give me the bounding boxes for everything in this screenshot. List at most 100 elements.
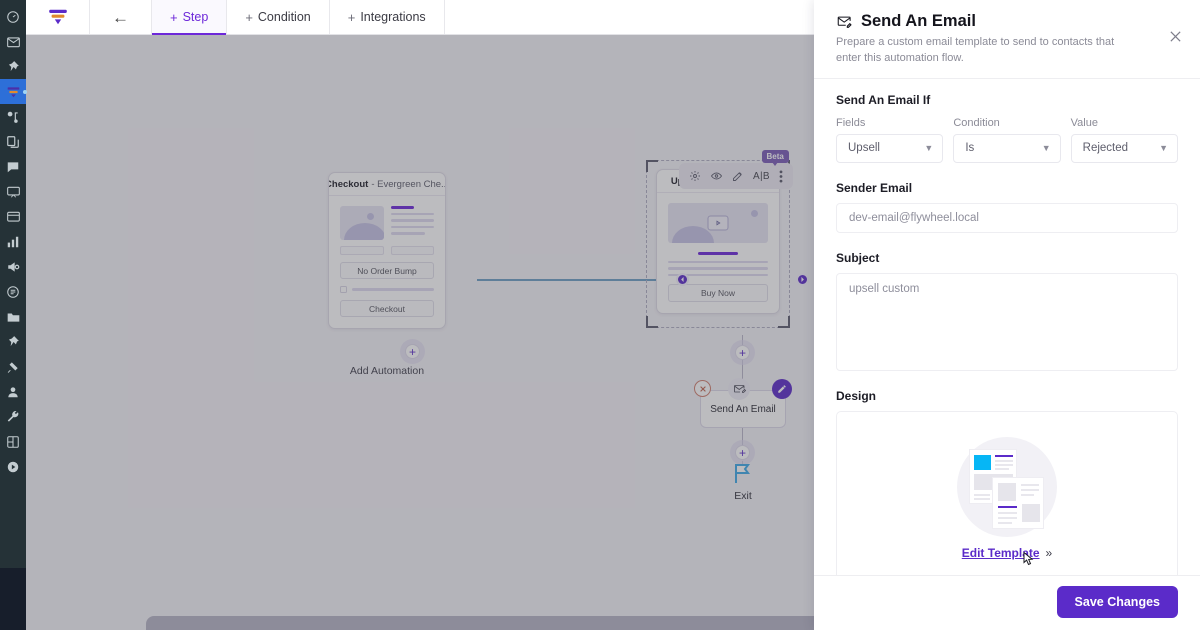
rail-item-tools[interactable] (0, 329, 26, 354)
panel-subtitle: Prepare a custom email template to send … (836, 36, 1115, 64)
tab-condition-label: Condition (257, 10, 311, 24)
bar-chart-icon (6, 234, 21, 249)
swatch-block (998, 483, 1016, 502)
rail-item-contacts[interactable] (0, 279, 26, 304)
rail-item-layout[interactable] (0, 429, 26, 454)
swatch-accent-line (995, 455, 1013, 458)
condition-section: Send An Email If Fields Upsell ▼ Conditi… (836, 93, 1178, 163)
design-preview-box[interactable]: Edit Template » (836, 410, 1178, 575)
play-circle-icon (6, 459, 21, 474)
condition-select[interactable]: Is ▼ (953, 133, 1061, 163)
swatch-line (1021, 489, 1039, 492)
email-template-illustration (957, 437, 1057, 538)
rail-footer (0, 568, 26, 630)
sender-email-heading: Sender Email (836, 180, 913, 195)
fields-select[interactable]: Upsell ▼ (836, 133, 944, 163)
rail-item-library[interactable] (0, 304, 26, 329)
arrow-left-icon: ← (112, 7, 129, 27)
panel-body: Send An Email If Fields Upsell ▼ Conditi… (814, 79, 1200, 575)
layout-icon (6, 434, 21, 449)
app-logo[interactable] (26, 0, 90, 34)
nodes-icon (6, 109, 21, 124)
condition-column: Condition Is ▼ (953, 116, 1061, 163)
sender-email-section: Sender Email dev-email@flywheel.local (836, 181, 1178, 233)
close-panel-button[interactable] (1166, 27, 1184, 45)
swatch-accent-line (998, 506, 1017, 509)
save-changes-button[interactable]: Save Changes (1056, 586, 1178, 618)
user-icon (6, 384, 21, 399)
panel-header: Send An Email Prepare a custom email tem… (814, 0, 1200, 78)
condition-label: Condition (953, 116, 1000, 129)
panel-title-row: Send An Email (836, 12, 1180, 31)
speech-bubble-icon (6, 159, 21, 174)
folder-icon (6, 309, 21, 324)
edit-template-row[interactable]: Edit Template » (962, 546, 1053, 566)
rail-item-settings[interactable] (0, 404, 26, 429)
gauge-icon (6, 9, 21, 24)
condition-section-heading: Send An Email If (836, 92, 931, 107)
sender-email-input[interactable]: dev-email@flywheel.local (836, 202, 1178, 233)
swatch-line (1021, 494, 1034, 497)
value-select-value: Rejected (1082, 142, 1129, 155)
funnel-logo-icon (48, 9, 67, 25)
rail-item-webinar[interactable] (0, 179, 26, 204)
swatch-line (998, 517, 1017, 520)
rail-item-account[interactable] (0, 379, 26, 404)
rail-item-email[interactable] (0, 29, 26, 54)
tab-condition[interactable]: + Condition (227, 0, 330, 34)
panel-footer: Save Changes (814, 575, 1200, 630)
chevron-down-icon: ▼ (1159, 143, 1168, 154)
plug-icon (6, 359, 21, 374)
value-select[interactable]: Rejected ▼ (1070, 133, 1178, 163)
wrench-icon (6, 409, 21, 424)
subject-section: Subject upsell custom (836, 251, 1178, 371)
rail-item-broadcast[interactable] (0, 254, 26, 279)
app-root: ← + Step + Condition + Integrations Funn… (0, 0, 1200, 630)
tab-integrations-label: Integrations (360, 10, 426, 24)
swatch-line (974, 498, 990, 501)
tab-integrations[interactable]: + Integrations (330, 0, 445, 34)
hammer-icon (6, 334, 21, 349)
swatch-block (1022, 504, 1040, 523)
rail-item-dashboard[interactable] (0, 4, 26, 29)
design-heading: Design (836, 388, 877, 403)
design-section: Design Edit Template » (836, 389, 1178, 575)
mouse-cursor (1022, 551, 1036, 573)
plus-icon: + (170, 9, 178, 25)
swatch-blue (974, 455, 991, 471)
swatch-line (974, 494, 990, 497)
swatch-line (998, 522, 1012, 525)
subject-heading: Subject (836, 250, 880, 265)
copy-icon (6, 134, 21, 149)
subject-textarea[interactable]: upsell custom (836, 272, 1178, 371)
panel-title: Send An Email (861, 12, 976, 30)
tab-step[interactable]: + Step (152, 0, 228, 35)
condition-select-value: Is (965, 142, 975, 155)
rail-item-chat[interactable] (0, 154, 26, 179)
rail-item-automations[interactable] (0, 104, 26, 129)
fields-select-value: Upsell (848, 142, 880, 155)
rail-item-archive[interactable] (0, 204, 26, 229)
inbox-icon (6, 209, 21, 224)
rail-item-integrations[interactable] (0, 354, 26, 379)
rail-item-play[interactable] (0, 454, 26, 479)
send-email-panel: Send An Email Prepare a custom email tem… (814, 0, 1200, 630)
condition-fields-row: Fields Upsell ▼ Condition Is ▼ Value Rej… (836, 117, 1178, 163)
swatch-line (1021, 484, 1039, 487)
close-icon (1169, 30, 1181, 42)
back-button[interactable]: ← (90, 0, 152, 34)
swatch-line (995, 468, 1009, 471)
fields-label: Fields (836, 116, 866, 129)
rail-item-pages[interactable] (0, 129, 26, 154)
pin-icon (6, 59, 21, 74)
value-label: Value (1070, 116, 1098, 129)
fields-column: Fields Upsell ▼ (836, 116, 944, 163)
rail-item-pin[interactable] (0, 54, 26, 79)
funnel-icon (6, 84, 21, 99)
plus-icon: + (245, 9, 253, 25)
rail-item-analytics[interactable] (0, 229, 26, 254)
chevron-double-right-icon: » (1045, 546, 1053, 561)
chevron-down-icon: ▼ (924, 143, 934, 154)
rail-item-funnels[interactable] (0, 79, 26, 104)
value-column: Value Rejected ▼ (1070, 116, 1178, 163)
